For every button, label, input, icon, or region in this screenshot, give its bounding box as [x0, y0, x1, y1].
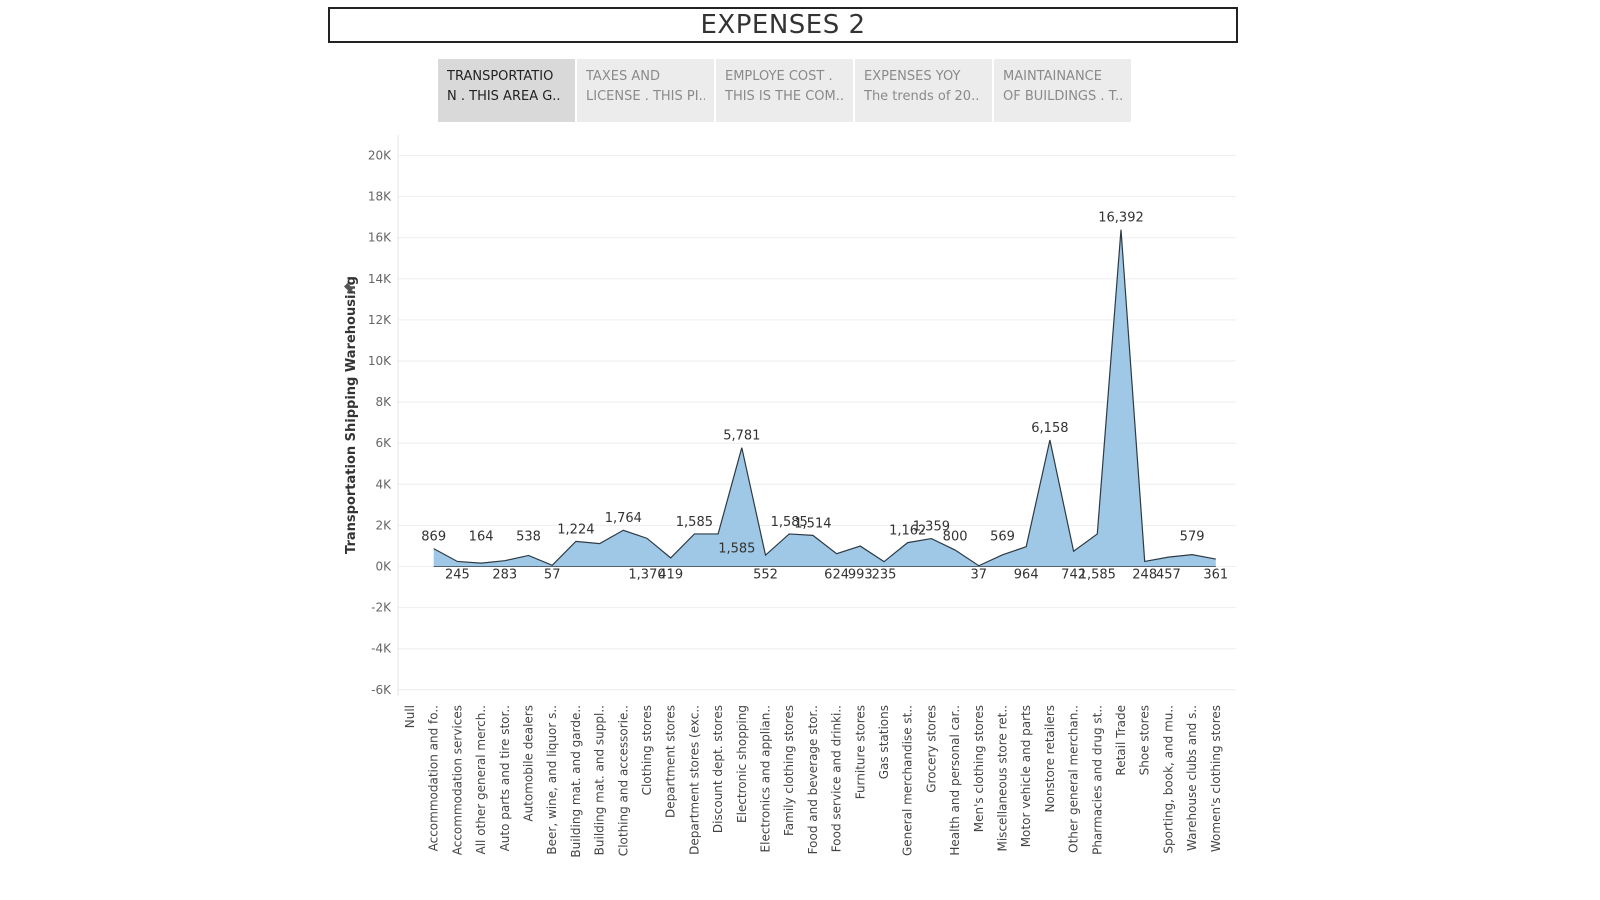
data-label: 6,158 — [1031, 421, 1068, 436]
y-tick-label: 14K — [368, 272, 392, 286]
data-label: 1,585 — [676, 515, 713, 530]
y-tick-label: -6K — [371, 683, 392, 697]
x-category-label: Other general merchan.. — [1067, 705, 1081, 853]
x-category-label: Clothing stores — [640, 705, 654, 795]
x-category-label: Men's clothing stores — [972, 705, 986, 832]
x-category-label: Department stores — [664, 705, 678, 818]
y-tick-label: -2K — [371, 601, 392, 615]
y-tick-label: 16K — [368, 231, 392, 245]
x-category-label: Women's clothing stores — [1209, 705, 1223, 852]
x-category-label: Food service and drinki.. — [830, 705, 844, 852]
x-category-label: Food and beverage stor.. — [806, 705, 820, 854]
data-label: 800 — [943, 530, 968, 545]
data-label: 57 — [544, 568, 561, 583]
data-label: 283 — [492, 568, 517, 583]
y-tick-label: -4K — [371, 642, 392, 656]
data-label: 964 — [1014, 568, 1039, 583]
y-tick-label: 2K — [375, 518, 392, 532]
x-category-label: Sporting, book, and mu.. — [1161, 705, 1175, 854]
x-category-label: Retail Trade — [1114, 705, 1128, 776]
area-line — [433, 229, 1216, 567]
y-tick-label: 0K — [375, 560, 392, 574]
data-label: 37 — [971, 568, 988, 583]
y-axis-title-group: Transportation Shipping Warehousing — [343, 276, 359, 554]
data-label: 235 — [872, 568, 897, 583]
x-category-label: Electronics and applian.. — [759, 705, 773, 852]
data-label: 457 — [1156, 568, 1181, 583]
y-tick-label: 6K — [375, 436, 392, 450]
data-label: 1,224 — [557, 522, 594, 537]
x-axis-categories: Null Accommodation and fo.. Accommodation … — [403, 705, 1223, 858]
y-axis-title: Transportation Shipping Warehousing — [344, 276, 359, 554]
data-label: 419 — [658, 568, 683, 583]
x-category-label: Miscellaneous store ret.. — [996, 705, 1010, 852]
y-tick-label: 8K — [375, 395, 392, 409]
x-category-label: Department stores (exc.. — [687, 705, 701, 855]
data-label: 16,392 — [1098, 211, 1144, 226]
data-label: 5,781 — [723, 429, 760, 444]
x-category-label: Accommodation and fo.. — [427, 705, 441, 851]
x-category-label: Shoe stores — [1138, 705, 1152, 775]
y-tick-label: 12K — [368, 313, 392, 327]
x-category-label: Nonstore retailers — [1043, 705, 1057, 812]
data-label: 248 — [1132, 568, 1157, 583]
x-category-label: Gas stations — [877, 705, 891, 779]
x-category-label: Family clothing stores — [782, 705, 796, 836]
data-label: 361 — [1203, 568, 1228, 583]
data-label: 1,585 — [1079, 568, 1116, 583]
y-tick-label: 20K — [368, 149, 392, 163]
x-category-label: Furniture stores — [853, 705, 867, 799]
data-label: 624 — [824, 568, 849, 583]
data-label: 164 — [469, 530, 494, 545]
data-label: 245 — [445, 568, 470, 583]
data-label: 552 — [753, 568, 778, 583]
x-category-label: General merchandise st.. — [901, 705, 915, 856]
data-label: 538 — [516, 530, 541, 545]
x-category-label: Motor vehicle and parts — [1019, 705, 1033, 847]
x-category-label: Null — [403, 705, 417, 728]
x-category-label: Automobile dealers — [522, 705, 536, 822]
x-category-label: Clothing and accessorie.. — [616, 705, 630, 856]
x-category-label: Electronic shopping — [735, 705, 749, 823]
data-label: 993 — [848, 568, 873, 583]
data-label: 1,585 — [718, 542, 755, 557]
x-category-label: Beer, wine, and liquor s.. — [545, 705, 559, 855]
x-category-label: Auto parts and tire stor.. — [498, 705, 512, 851]
x-category-label: Building mat. and suppl.. — [593, 705, 607, 855]
x-category-label: Warehouse clubs and s.. — [1185, 705, 1199, 851]
x-category-label: Health and personal car.. — [948, 705, 962, 856]
y-tick-label: 18K — [368, 190, 392, 204]
x-category-label: Building mat. and garde.. — [569, 705, 583, 858]
x-category-label: Grocery stores — [924, 705, 938, 793]
y-tick-label: 4K — [375, 477, 392, 491]
x-category-label: Discount dept. stores — [711, 705, 725, 833]
area-chart: 20K 18K 16K 14K 12K 10K 8K 6K 4K 2K 0K -2K -4K -6K 86… — [343, 135, 1236, 858]
x-category-label: Accommodation services — [450, 705, 464, 855]
data-label: 1,514 — [794, 516, 831, 531]
data-label: 1,764 — [605, 511, 642, 526]
data-label: 579 — [1180, 530, 1205, 545]
x-category-label: Pharmacies and drug st.. — [1090, 705, 1104, 855]
y-axis-ticks: 20K 18K 16K 14K 12K 10K 8K 6K 4K 2K 0K -2K -4K -6K — [368, 149, 392, 697]
data-label: 869 — [421, 530, 446, 545]
y-tick-label: 10K — [368, 354, 392, 368]
data-label: 569 — [990, 530, 1015, 545]
x-category-label: All other general merch.. — [474, 705, 488, 854]
